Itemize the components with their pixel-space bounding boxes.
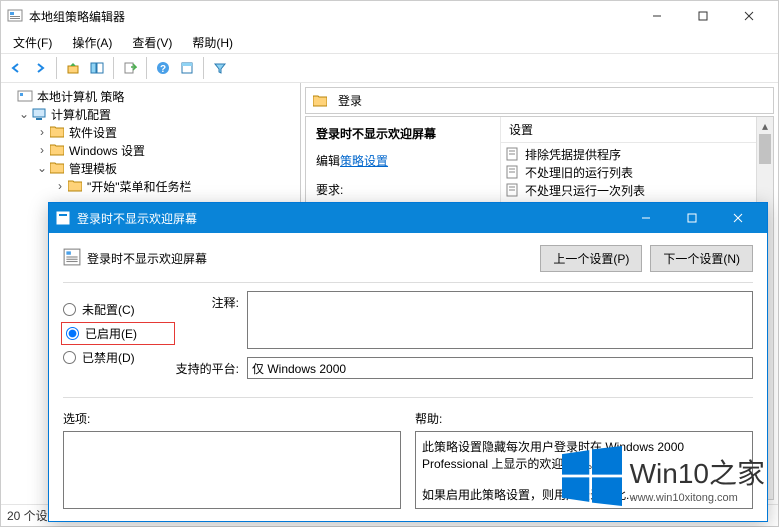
menu-file[interactable]: 文件(F) xyxy=(5,32,60,53)
help-label: 帮助: xyxy=(415,410,753,427)
show-hide-button[interactable] xyxy=(86,57,108,79)
dialog-setting-icon xyxy=(63,248,81,269)
requirements-label: 要求: xyxy=(316,181,490,198)
options-label: 选项: xyxy=(63,410,401,427)
computer-icon xyxy=(31,106,47,122)
options-box xyxy=(63,431,401,509)
close-button[interactable] xyxy=(726,1,772,31)
policy-root-icon xyxy=(17,88,33,104)
list-item[interactable]: 不处理只运行一次列表 xyxy=(505,181,752,199)
column-setting[interactable]: 设置 xyxy=(501,117,756,143)
dialog-maximize-button[interactable] xyxy=(669,203,715,233)
tree-software[interactable]: 软件设置 xyxy=(69,124,117,141)
radio-not-configured[interactable]: 未配置(C) xyxy=(63,301,173,318)
dialog-titlebar[interactable]: 登录时不显示欢迎屏幕 xyxy=(49,203,767,233)
dialog-icon xyxy=(55,210,71,226)
dialog-title: 登录时不显示欢迎屏幕 xyxy=(77,210,623,227)
watermark-url: www.win10xitong.com xyxy=(630,492,765,504)
dialog-close-button[interactable] xyxy=(715,203,761,233)
minimize-button[interactable] xyxy=(634,1,680,31)
watermark-title: Win10之家 xyxy=(630,452,765,492)
properties-button[interactable] xyxy=(176,57,198,79)
radio-group: 未配置(C) 已启用(E) 已禁用(D) xyxy=(63,291,173,387)
prev-setting-button[interactable]: 上一个设置(P) xyxy=(540,245,642,272)
twisty-icon[interactable]: › xyxy=(35,143,49,157)
tree-start-menu[interactable]: "开始"菜单和任务栏 xyxy=(87,178,192,195)
help-button[interactable]: ? xyxy=(152,57,174,79)
folder-icon xyxy=(49,160,65,176)
twisty-icon[interactable]: › xyxy=(35,125,49,139)
twisty-icon[interactable]: ⌄ xyxy=(35,161,49,175)
gpedit-icon xyxy=(7,8,23,24)
comment-label: 注释: xyxy=(173,291,247,349)
list-item[interactable]: 排除凭据提供程序 xyxy=(505,145,752,163)
scroll-up-icon[interactable]: ▴ xyxy=(757,117,773,134)
menu-action[interactable]: 操作(A) xyxy=(64,32,120,53)
comment-textarea[interactable] xyxy=(247,291,753,349)
windows-logo-icon xyxy=(562,446,622,509)
back-button[interactable] xyxy=(5,57,27,79)
details-header: 登录 xyxy=(305,87,774,114)
details-header-title: 登录 xyxy=(338,92,362,109)
folder-icon xyxy=(312,93,328,109)
tree-windows[interactable]: Windows 设置 xyxy=(69,142,145,159)
setting-icon xyxy=(505,164,521,180)
edit-label: 编辑 xyxy=(316,154,340,168)
filter-button[interactable] xyxy=(209,57,231,79)
main-title: 本地组策略编辑器 xyxy=(29,8,634,25)
folder-icon xyxy=(49,142,65,158)
up-button[interactable] xyxy=(62,57,84,79)
platform-label: 支持的平台: xyxy=(173,357,247,379)
radio-disabled[interactable]: 已禁用(D) xyxy=(63,349,173,366)
menu-view[interactable]: 查看(V) xyxy=(124,32,180,53)
dialog-minimize-button[interactable] xyxy=(623,203,669,233)
window-buttons xyxy=(634,1,772,31)
menubar: 文件(F) 操作(A) 查看(V) 帮助(H) xyxy=(1,31,778,53)
tree-admin-templates[interactable]: 管理模板 xyxy=(69,160,117,177)
folder-icon xyxy=(67,178,83,194)
export-button[interactable] xyxy=(119,57,141,79)
folder-icon xyxy=(49,124,65,140)
setting-icon xyxy=(505,182,521,198)
radio-enabled[interactable]: 已启用(E) xyxy=(63,324,173,343)
scroll-thumb[interactable] xyxy=(759,134,771,164)
svg-text:?: ? xyxy=(160,64,166,75)
maximize-button[interactable] xyxy=(680,1,726,31)
watermark: Win10之家 www.win10xitong.com xyxy=(562,446,765,509)
forward-button[interactable] xyxy=(29,57,51,79)
setting-icon xyxy=(505,146,521,162)
main-titlebar: 本地组策略编辑器 xyxy=(1,1,778,31)
tree-root[interactable]: 本地计算机 策略 xyxy=(37,88,124,105)
settings-list[interactable]: 排除凭据提供程序 不处理旧的运行列表 不处理只运行一次列表 xyxy=(501,143,756,201)
twisty-icon[interactable]: › xyxy=(53,179,67,193)
edit-policy-link[interactable]: 策略设置 xyxy=(340,154,388,168)
toolbar: ? xyxy=(1,53,778,83)
list-item[interactable]: 不处理旧的运行列表 xyxy=(505,163,752,181)
twisty-icon[interactable]: ⌄ xyxy=(17,107,31,121)
next-setting-button[interactable]: 下一个设置(N) xyxy=(650,245,753,272)
tree-computer-config[interactable]: 计算机配置 xyxy=(51,106,111,123)
dialog-heading: 登录时不显示欢迎屏幕 xyxy=(87,250,207,267)
platform-value xyxy=(247,357,753,379)
menu-help[interactable]: 帮助(H) xyxy=(184,32,241,53)
selected-setting-title: 登录时不显示欢迎屏幕 xyxy=(316,125,490,142)
